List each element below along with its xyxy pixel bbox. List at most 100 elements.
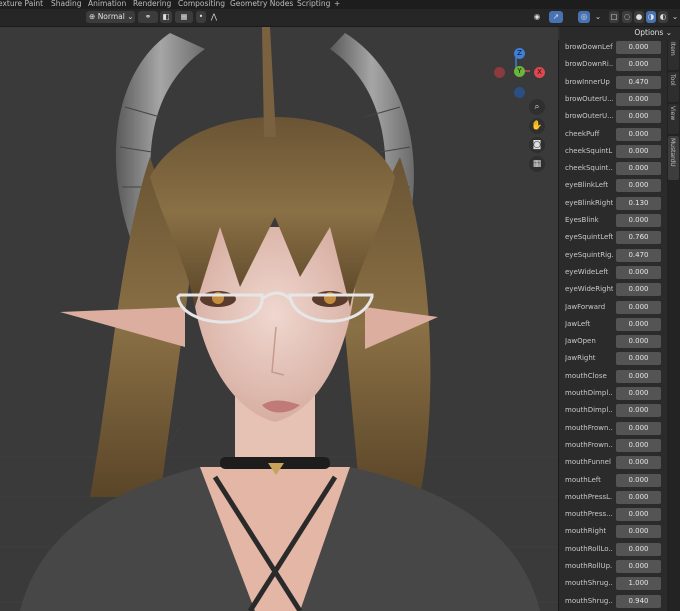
tab-view-label: View (669, 106, 676, 121)
shape-key-value-slider[interactable]: 0.000 (616, 144, 661, 158)
shape-key-value-slider[interactable]: 0.000 (616, 110, 661, 124)
snap-target-dropdown[interactable]: ▦ (175, 11, 193, 23)
tab-rendering[interactable]: Rendering (133, 0, 171, 8)
shading-wireframe-button[interactable]: ◌ (622, 11, 632, 23)
shape-key-value-slider[interactable]: 0.000 (616, 542, 661, 556)
shape-key-row: mouthShrug... 1.000 (559, 576, 667, 593)
grid-perspective-icon[interactable]: ▦ (529, 156, 545, 172)
shape-key-row: browDownLef 0.000 (559, 40, 667, 57)
shape-key-row: JawOpen 0.000 (559, 334, 667, 351)
shape-key-value-slider[interactable]: 0.000 (616, 456, 661, 470)
shading-options-dropdown[interactable]: ⌄ (670, 11, 680, 23)
shape-key-value-slider[interactable]: 1.000 (616, 577, 661, 591)
tab-geometry-nodes[interactable]: Geometry Nodes (230, 0, 293, 8)
shape-key-name: mouthClose (565, 371, 607, 380)
tab-shading[interactable]: Shading (51, 0, 81, 8)
shape-key-name: mouthPressL... (565, 492, 613, 501)
shading-rendered-button[interactable]: ◐ (658, 11, 668, 23)
shape-key-value-slider[interactable]: 0.000 (616, 162, 661, 176)
shape-key-row: mouthPress... 0.000 (559, 507, 667, 524)
shape-key-name: mouthFrown... (565, 423, 613, 432)
shape-key-value-slider[interactable]: 0.000 (616, 265, 661, 279)
shape-key-value-slider[interactable]: 0.000 (616, 404, 661, 418)
shape-key-value-slider[interactable]: 0.470 (616, 75, 661, 89)
gizmo-toggle[interactable]: ↗ (549, 11, 563, 23)
snap-grid-icon: ▦ (180, 12, 188, 21)
shape-key-value-slider[interactable]: 0.000 (616, 387, 661, 400)
camera-icon[interactable]: ◙ (529, 137, 545, 153)
shape-keys-panel: browDownLef 0.000 browDownRi... 0.000 browIn… (558, 40, 667, 611)
options-button[interactable]: Options ⌄ (634, 28, 672, 37)
shape-key-row: mouthFrown... 0.000 (559, 421, 667, 438)
shape-key-value-slider[interactable]: 0.130 (616, 196, 661, 210)
xray-toggle[interactable]: ▢ (609, 11, 619, 23)
shape-key-name: browOuterU... (565, 112, 613, 121)
shape-key-value-slider[interactable]: 0.000 (616, 421, 661, 435)
shape-key-row: eyeSquintLeft 0.760 (559, 230, 667, 247)
shape-key-value-slider[interactable]: 0.000 (616, 58, 661, 72)
shape-key-value-slider[interactable]: 0.000 (616, 352, 661, 366)
wireframe-sphere-icon: ◌ (623, 12, 631, 21)
shape-key-value-slider[interactable]: 0.000 (616, 438, 661, 452)
shape-key-value-slider[interactable]: 0.470 (616, 248, 661, 262)
solid-sphere-icon: ● (635, 12, 643, 21)
gizmo-neg-z-axis[interactable] (514, 87, 525, 98)
shape-key-name: mouthRight (565, 527, 607, 536)
shape-key-value-slider[interactable]: 0.000 (616, 508, 661, 522)
gizmo-neg-x-axis[interactable] (494, 67, 505, 78)
add-workspace-button[interactable]: + (334, 0, 340, 8)
shape-key-value-slider[interactable]: 0.000 (616, 41, 661, 54)
shape-key-value-slider[interactable]: 0.000 (616, 490, 661, 504)
visibility-dropdown[interactable]: ◉ (528, 11, 546, 23)
tab-texture-paint[interactable]: exture Paint (0, 0, 43, 8)
tab-view[interactable]: View (668, 104, 679, 134)
shape-key-value-slider[interactable]: 0.000 (616, 525, 661, 539)
overlays-dropdown[interactable]: ⌄ (593, 11, 603, 23)
shape-key-row: cheekPuff 0.000 (559, 127, 667, 144)
character-render (0, 27, 558, 611)
zoom-icon[interactable]: ⌕ (529, 99, 545, 115)
options-label: Options (634, 28, 664, 37)
tab-mustard[interactable]: MustardU (668, 136, 679, 180)
shape-key-value-slider[interactable]: 0.000 (616, 300, 661, 314)
shape-key-row: mouthRollUp... 0.000 (559, 559, 667, 576)
shape-key-value-slider[interactable]: 0.000 (616, 317, 661, 331)
gizmo-x-axis[interactable]: X (534, 67, 545, 78)
shape-key-value-slider[interactable]: 0.000 (616, 92, 661, 106)
shape-key-value-slider[interactable]: 0.760 (616, 231, 661, 245)
shape-key-value-slider[interactable]: 0.000 (616, 560, 661, 573)
snap-toggle[interactable]: ◧ (160, 11, 172, 23)
pan-hand-icon[interactable]: ✋ (529, 118, 545, 134)
shading-solid-button[interactable]: ● (634, 11, 644, 23)
proportional-editing-toggle[interactable]: • (196, 11, 206, 23)
gizmo-y-axis[interactable]: Y (514, 66, 525, 77)
shape-key-value-slider[interactable]: 0.000 (616, 127, 661, 141)
tab-scripting[interactable]: Scripting (297, 0, 330, 8)
pivot-point-dropdown[interactable]: ⚭ (138, 11, 158, 23)
shape-key-name: mouthDimpl... (565, 406, 613, 415)
shape-key-row: mouthShrug... 0.940 (559, 594, 667, 611)
shape-key-value-slider[interactable]: 0.000 (616, 214, 661, 227)
tab-compositing[interactable]: Compositing (178, 0, 225, 8)
gizmo-icon: ↗ (552, 12, 560, 21)
shape-key-value-slider[interactable]: 0.000 (616, 179, 661, 193)
shape-key-value-slider[interactable]: 0.000 (616, 369, 661, 383)
tab-tool[interactable]: Tool (668, 72, 679, 102)
falloff-dropdown[interactable]: ⋀ (208, 11, 220, 23)
overlays-toggle[interactable]: ◎ (578, 11, 590, 23)
tab-animation[interactable]: Animation (88, 0, 126, 8)
tab-item[interactable]: Item (668, 40, 679, 70)
transform-orientation-dropdown[interactable]: ⊕ Normal ⌄ (86, 11, 135, 23)
shape-key-row: mouthDimpl... 0.000 (559, 403, 667, 420)
shape-key-value-slider[interactable]: 0.000 (616, 335, 661, 349)
shape-key-row: browOuterU... 0.000 (559, 92, 667, 109)
gizmo-z-axis[interactable]: Z (514, 48, 525, 59)
shading-material-button[interactable]: ◑ (646, 11, 656, 23)
shape-key-row: eyeWideRight 0.000 (559, 282, 667, 299)
3d-viewport[interactable]: Z Y X ⌕ ✋ ◙ ▦ (0, 27, 558, 611)
shape-key-value-slider[interactable]: 0.000 (616, 473, 661, 487)
shape-key-name: cheekPuff (565, 129, 600, 138)
shape-key-value-slider[interactable]: 0.000 (616, 283, 661, 297)
sidebar-tabs: Item Tool View MustardU (667, 40, 680, 611)
shape-key-value-slider[interactable]: 0.940 (616, 594, 661, 608)
